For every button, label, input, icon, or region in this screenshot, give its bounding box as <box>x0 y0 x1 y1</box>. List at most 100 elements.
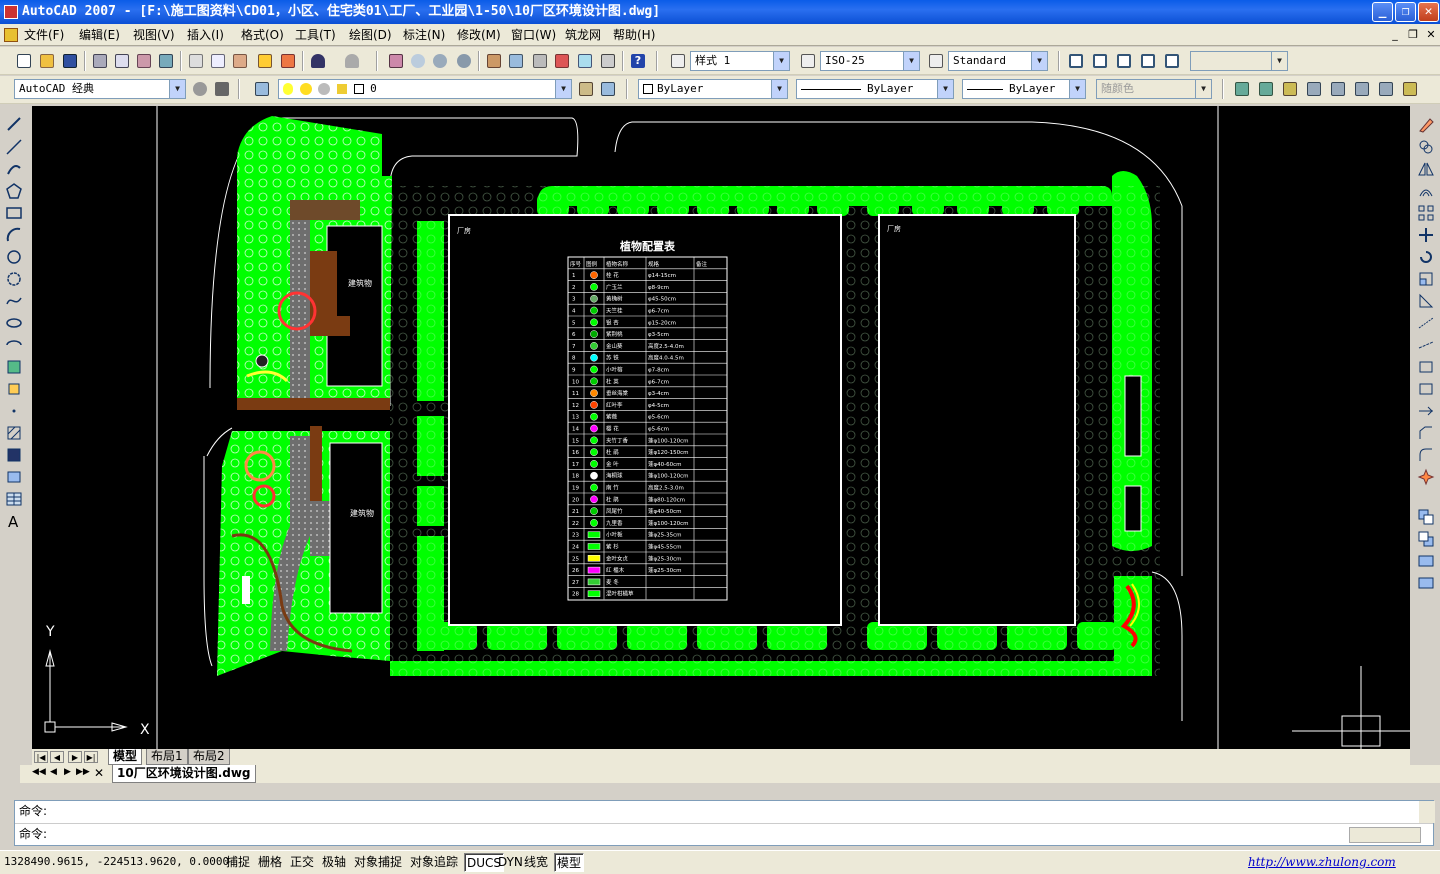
layer-tool-3-icon[interactable] <box>1280 79 1300 99</box>
polar-toggle[interactable]: 极轴 <box>320 853 348 872</box>
table-icon[interactable] <box>4 489 22 507</box>
plotstyle-select[interactable]: 随颜色 ▼ <box>1096 79 1212 99</box>
break-icon[interactable] <box>1416 379 1434 397</box>
cut-icon[interactable] <box>186 51 206 71</box>
command-hscrollbar[interactable] <box>1349 827 1421 843</box>
zoom-window-icon[interactable] <box>430 51 450 71</box>
calculator-icon[interactable] <box>598 51 618 71</box>
command-window[interactable]: 命令: 命令: <box>14 800 1435 846</box>
layer-tool-4-icon[interactable] <box>1304 79 1324 99</box>
clip-viewport-icon[interactable] <box>1162 51 1182 71</box>
doc-close-button[interactable]: ✕ <box>1424 28 1438 42</box>
layer-on-icon[interactable] <box>283 83 293 95</box>
polygonal-viewport-icon[interactable] <box>1114 51 1134 71</box>
workspace-select[interactable]: AutoCAD 经典 ▼ <box>14 79 186 99</box>
next-tab-button[interactable]: ▶ <box>68 751 82 763</box>
command-scrollbar[interactable] <box>1419 801 1435 823</box>
layer-tool-6-icon[interactable] <box>1352 79 1372 99</box>
zhulong-link[interactable]: http://www.zhulong.com <box>1248 853 1396 871</box>
menu-format[interactable]: 格式(O) <box>241 27 284 43</box>
dyn-toggle[interactable]: DYN <box>496 853 525 872</box>
block-editor-icon[interactable] <box>278 51 298 71</box>
doc-last-icon[interactable]: ▶▶ <box>76 767 90 777</box>
model-toggle[interactable]: 模型 <box>554 853 585 872</box>
hatch-icon[interactable] <box>4 423 22 441</box>
layer-freeze-icon[interactable] <box>299 83 312 95</box>
menu-view[interactable]: 视图(V) <box>133 27 175 43</box>
color-select[interactable]: ByLayer ▼ <box>638 79 788 99</box>
minimize-button[interactable]: _ <box>1372 2 1393 22</box>
sheet-set-icon[interactable] <box>552 51 572 71</box>
ortho-toggle[interactable]: 正交 <box>288 853 316 872</box>
layer-lock-icon[interactable] <box>336 84 347 94</box>
markup-icon[interactable] <box>575 51 595 71</box>
match-properties-icon[interactable] <box>255 51 275 71</box>
single-viewport-icon[interactable] <box>1090 51 1110 71</box>
menu-modify[interactable]: 修改(M) <box>457 27 501 43</box>
menu-edit[interactable]: 编辑(E) <box>79 27 120 43</box>
erase-icon[interactable] <box>1416 115 1434 133</box>
rotate-icon[interactable] <box>1416 247 1434 265</box>
layer-select[interactable]: 0 ▼ <box>278 79 572 99</box>
text-style-icon[interactable] <box>668 51 688 71</box>
region-icon[interactable] <box>4 467 22 485</box>
3d-dwf-icon[interactable] <box>156 51 176 71</box>
join-icon[interactable] <box>1416 401 1434 419</box>
dim-style-icon[interactable] <box>798 51 818 71</box>
layer-manager-icon[interactable] <box>252 79 272 99</box>
table-style-select[interactable]: Standard ▼ <box>948 51 1048 71</box>
layer-previous-icon[interactable] <box>598 79 618 99</box>
tab-model[interactable]: 模型 <box>108 749 143 765</box>
menu-help[interactable]: 帮助(H) <box>613 27 655 43</box>
document-icon[interactable] <box>4 28 18 42</box>
insert-block-icon[interactable] <box>4 357 22 375</box>
construction-line-icon[interactable] <box>4 137 22 155</box>
first-tab-button[interactable]: |◀ <box>34 751 48 763</box>
dim-style-select[interactable]: ISO-25 ▼ <box>820 51 920 71</box>
arc-icon[interactable] <box>4 225 22 243</box>
command-prompt[interactable]: 命令: <box>19 825 47 843</box>
text-style-select[interactable]: 样式 1 ▼ <box>690 51 790 71</box>
make-object-layer-current-icon[interactable] <box>576 79 596 99</box>
layer-tool-8-icon[interactable] <box>1400 79 1420 99</box>
rectangle-icon[interactable] <box>4 203 22 221</box>
redo-icon[interactable] <box>342 51 362 71</box>
convert-viewport-icon[interactable] <box>1138 51 1158 71</box>
polygon-icon[interactable] <box>4 181 22 199</box>
plot-preview-icon[interactable] <box>112 51 132 71</box>
prev-tab-button[interactable]: ◀ <box>50 751 64 763</box>
menu-file[interactable]: 文件(F) <box>24 27 64 43</box>
plot-icon[interactable] <box>90 51 110 71</box>
linetype-select[interactable]: ByLayer ▼ <box>796 79 954 99</box>
otrack-toggle[interactable]: 对象追踪 <box>408 853 460 872</box>
make-block-icon[interactable] <box>4 379 22 397</box>
zoom-previous-icon[interactable] <box>454 51 474 71</box>
line-icon[interactable] <box>4 114 22 132</box>
circle-icon[interactable] <box>4 247 22 265</box>
pan-icon[interactable] <box>386 51 406 71</box>
paste-icon[interactable] <box>230 51 250 71</box>
tab-layout1[interactable]: 布局1 <box>146 749 188 765</box>
last-tab-button[interactable]: ▶| <box>84 751 98 763</box>
chamfer-icon[interactable] <box>1416 423 1434 441</box>
draworder-above-icon[interactable] <box>1416 551 1434 569</box>
doc-close-icon[interactable]: ✕ <box>94 766 104 780</box>
draworder-under-icon[interactable] <box>1416 573 1434 591</box>
ellipse-icon[interactable] <box>4 313 22 331</box>
explode-icon[interactable] <box>1416 467 1435 486</box>
copy-object-icon[interactable] <box>1416 137 1434 155</box>
coordinate-readout[interactable]: 1328490.9615, -224513.9620, 0.0000 <box>4 853 229 871</box>
grid-toggle[interactable]: 栅格 <box>256 853 284 872</box>
copy-icon[interactable] <box>208 51 228 71</box>
open-icon[interactable] <box>37 51 57 71</box>
doc-prev-icon[interactable]: ◀ <box>50 767 57 777</box>
draworder-back-icon[interactable] <box>1416 529 1434 547</box>
help-icon[interactable]: ? <box>628 51 648 71</box>
design-center-icon[interactable] <box>506 51 526 71</box>
multiline-text-icon[interactable]: A <box>4 511 22 531</box>
layer-tool-7-icon[interactable] <box>1376 79 1396 99</box>
viewport-scale-select[interactable]: ▼ <box>1190 51 1288 71</box>
extend-icon[interactable] <box>1416 335 1434 353</box>
menu-zhulong[interactable]: 筑龙网 <box>565 27 601 43</box>
lineweight-toggle[interactable]: 线宽 <box>522 853 550 872</box>
